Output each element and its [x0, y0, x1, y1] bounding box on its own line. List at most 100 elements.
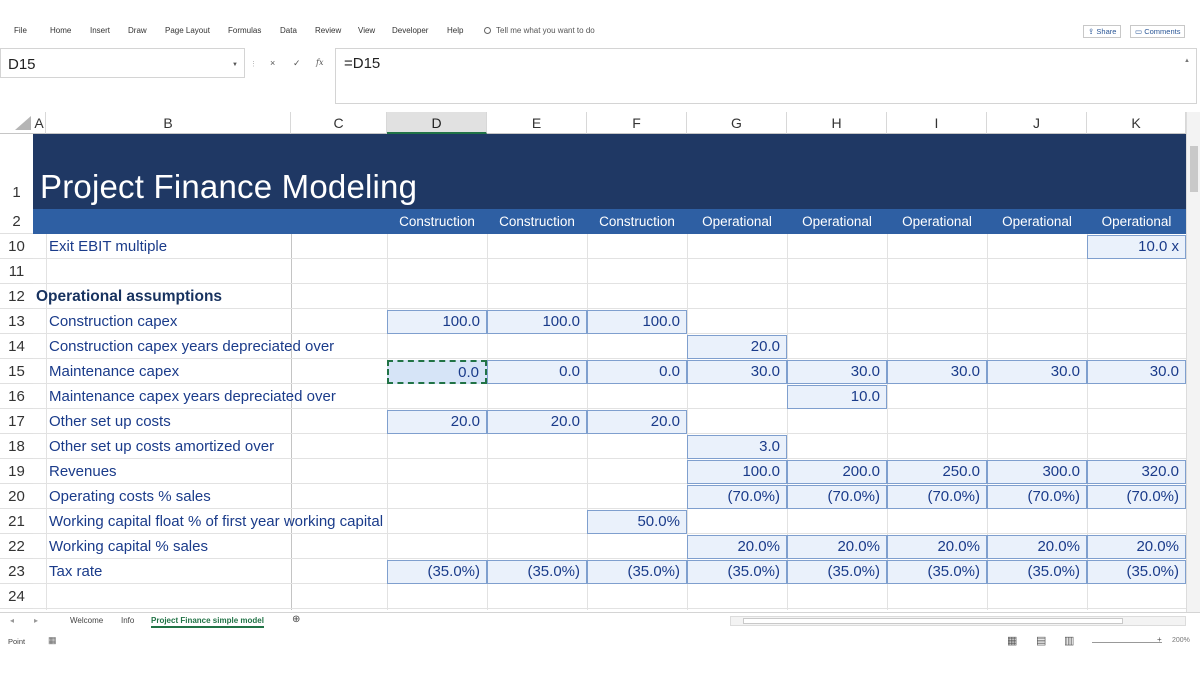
- input-cell[interactable]: 20.0: [687, 335, 787, 359]
- row-label[interactable]: Working capital % sales: [49, 534, 208, 559]
- row-header-18[interactable]: 18: [0, 434, 33, 459]
- input-cell[interactable]: (70.0%): [1087, 485, 1186, 509]
- row-header-19[interactable]: 19: [0, 459, 33, 484]
- input-cell[interactable]: 20.0%: [987, 535, 1087, 559]
- add-sheet-icon[interactable]: ⊕: [292, 614, 300, 625]
- column-header-k[interactable]: K: [1087, 112, 1186, 134]
- page-break-view-icon[interactable]: ▥: [1064, 634, 1074, 647]
- input-cell[interactable]: 30.0: [887, 360, 987, 384]
- column-header-d[interactable]: D: [387, 112, 487, 134]
- row-header-16[interactable]: 16: [0, 384, 33, 409]
- phase-label[interactable]: Operational: [787, 209, 887, 234]
- scroll-tabs-left-icon[interactable]: ◂: [10, 616, 14, 625]
- row-header-24[interactable]: 24: [0, 584, 33, 609]
- phase-label[interactable]: Construction: [387, 209, 487, 234]
- row-label[interactable]: Maintenance capex years depreciated over: [49, 384, 336, 409]
- phase-label[interactable]: Operational: [987, 209, 1087, 234]
- input-cell[interactable]: 200.0: [787, 460, 887, 484]
- sheet-tab-project-finance[interactable]: Project Finance simple model: [151, 616, 264, 628]
- accessibility-icon[interactable]: ▦: [48, 635, 57, 646]
- column-header-h[interactable]: H: [787, 112, 887, 134]
- row-header-1[interactable]: 1: [0, 176, 33, 209]
- input-cell[interactable]: 100.0: [687, 460, 787, 484]
- input-cell[interactable]: 100.0: [487, 310, 587, 334]
- row-header-17[interactable]: 17: [0, 409, 33, 434]
- input-cell[interactable]: 100.0: [587, 310, 687, 334]
- row-header-23[interactable]: 23: [0, 559, 33, 584]
- row-label[interactable]: Tax rate: [49, 559, 102, 584]
- input-cell[interactable]: 250.0: [887, 460, 987, 484]
- row-label[interactable]: Working capital float % of first year wo…: [49, 509, 383, 534]
- input-cell[interactable]: 10.0: [787, 385, 887, 409]
- select-all-button[interactable]: [0, 112, 33, 134]
- input-cell[interactable]: 10.0 x: [1087, 235, 1186, 259]
- input-cell[interactable]: 0.0: [587, 360, 687, 384]
- input-cell[interactable]: (35.0%): [1087, 560, 1186, 584]
- scroll-tabs-right-icon[interactable]: ▸: [34, 616, 38, 625]
- input-cell[interactable]: 100.0: [387, 310, 487, 334]
- vertical-scroll-thumb[interactable]: [1190, 146, 1198, 192]
- input-cell[interactable]: 20.0%: [887, 535, 987, 559]
- input-cell[interactable]: (35.0%): [487, 560, 587, 584]
- column-header-f[interactable]: F: [587, 112, 687, 134]
- row-header-21[interactable]: 21: [0, 509, 33, 534]
- page-layout-view-icon[interactable]: ▤: [1036, 634, 1046, 647]
- row-header-10[interactable]: 10: [0, 234, 33, 259]
- row-header-11[interactable]: 11: [0, 259, 33, 284]
- row-label[interactable]: Exit EBIT multiple: [49, 234, 167, 259]
- active-cell-d15[interactable]: 0.0: [387, 360, 487, 384]
- row-label[interactable]: Other set up costs: [49, 409, 171, 434]
- vertical-scrollbar[interactable]: [1186, 112, 1200, 612]
- input-cell[interactable]: 3.0: [687, 435, 787, 459]
- input-cell[interactable]: 30.0: [1087, 360, 1186, 384]
- input-cell[interactable]: (35.0%): [687, 560, 787, 584]
- phase-label[interactable]: Construction: [487, 209, 587, 234]
- zoom-slider[interactable]: [1092, 642, 1162, 643]
- column-header-i[interactable]: I: [887, 112, 987, 134]
- input-cell[interactable]: 320.0: [1087, 460, 1186, 484]
- phase-label[interactable]: Operational: [887, 209, 987, 234]
- input-cell[interactable]: (70.0%): [987, 485, 1087, 509]
- row-label[interactable]: Operating costs % sales: [49, 484, 211, 509]
- phase-label[interactable]: Operational: [687, 209, 787, 234]
- input-cell[interactable]: (35.0%): [387, 560, 487, 584]
- input-cell[interactable]: (70.0%): [887, 485, 987, 509]
- input-cell[interactable]: (70.0%): [687, 485, 787, 509]
- normal-view-icon[interactable]: ▦: [1007, 634, 1017, 647]
- row-header-14[interactable]: 14: [0, 334, 33, 359]
- input-cell[interactable]: 0.0: [487, 360, 587, 384]
- column-header-g[interactable]: G: [687, 112, 787, 134]
- input-cell[interactable]: 20.0: [587, 410, 687, 434]
- row-header-15[interactable]: 15: [0, 359, 33, 384]
- column-header-b[interactable]: B: [46, 112, 291, 134]
- phase-label[interactable]: Construction: [587, 209, 687, 234]
- column-header-j[interactable]: J: [987, 112, 1087, 134]
- phase-label[interactable]: Operational: [1087, 209, 1186, 234]
- input-cell[interactable]: 30.0: [687, 360, 787, 384]
- input-cell[interactable]: 20.0%: [687, 535, 787, 559]
- row-header-13[interactable]: 13: [0, 309, 33, 334]
- input-cell[interactable]: (35.0%): [987, 560, 1087, 584]
- sheet-tab-info[interactable]: Info: [121, 616, 134, 625]
- input-cell[interactable]: 20.0: [387, 410, 487, 434]
- input-cell[interactable]: (35.0%): [587, 560, 687, 584]
- row-label[interactable]: Construction capex years depreciated ove…: [49, 334, 334, 359]
- input-cell[interactable]: 30.0: [987, 360, 1087, 384]
- zoom-level[interactable]: 200%: [1172, 637, 1190, 644]
- row-header-20[interactable]: 20: [0, 484, 33, 509]
- row-label[interactable]: Maintenance capex: [49, 359, 179, 384]
- input-cell[interactable]: (35.0%): [787, 560, 887, 584]
- horizontal-scrollbar[interactable]: [730, 616, 1186, 626]
- horizontal-scroll-thumb[interactable]: [743, 618, 1123, 624]
- row-label[interactable]: Revenues: [49, 459, 117, 484]
- input-cell[interactable]: 50.0%: [587, 510, 687, 534]
- row-label[interactable]: Construction capex: [49, 309, 177, 334]
- row-label[interactable]: Other set up costs amortized over: [49, 434, 274, 459]
- input-cell[interactable]: 20.0%: [787, 535, 887, 559]
- input-cell[interactable]: (35.0%): [887, 560, 987, 584]
- zoom-in-icon[interactable]: +: [1157, 635, 1162, 644]
- row-header-22[interactable]: 22: [0, 534, 33, 559]
- row-header-2[interactable]: 2: [0, 209, 33, 234]
- sheet-tab-welcome[interactable]: Welcome: [70, 616, 103, 625]
- column-header-e[interactable]: E: [487, 112, 587, 134]
